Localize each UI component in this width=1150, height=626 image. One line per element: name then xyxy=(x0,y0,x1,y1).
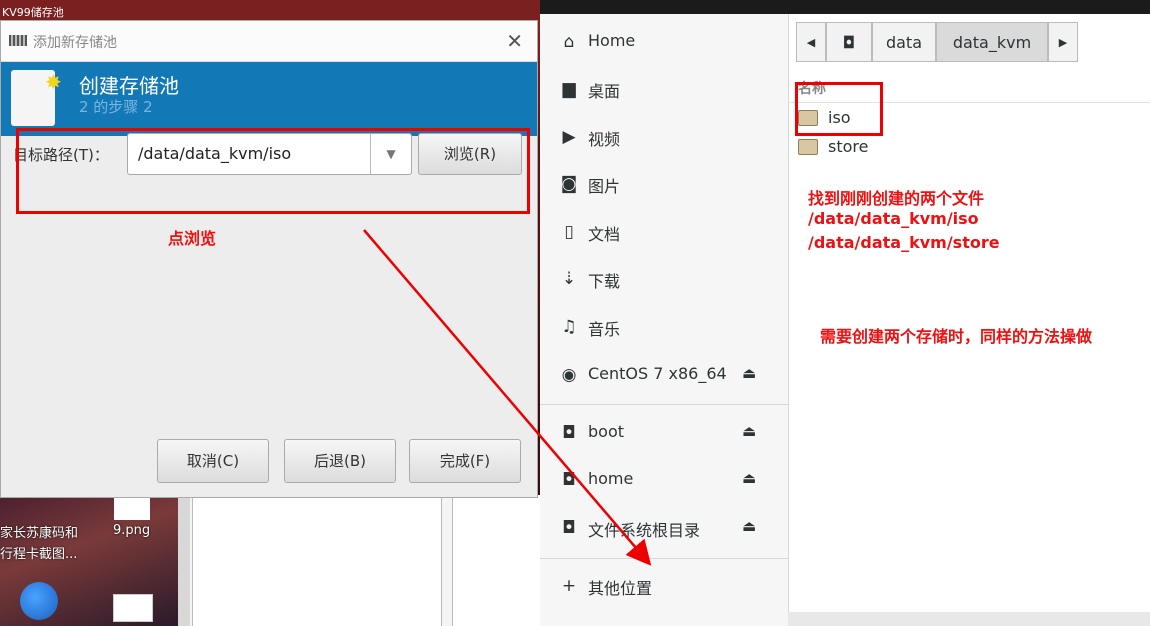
add-storage-pool-dialog: 添加新存储池 ✕ ✸ 创建存储池 2 的步骤 2 目标路径(T)： /data/… xyxy=(0,20,538,498)
plus-icon: + xyxy=(561,576,577,596)
sidebar-item-videos[interactable]: ▶ 视频 xyxy=(540,114,788,160)
close-icon[interactable]: ✕ xyxy=(506,29,523,53)
eject-icon[interactable]: ⏏ xyxy=(742,422,756,440)
desktop-folder-icon: ▆ xyxy=(562,79,576,99)
eject-icon[interactable]: ⏏ xyxy=(742,469,756,487)
virt-manager-icon xyxy=(9,35,27,46)
camera-icon: ◙ xyxy=(560,174,578,194)
video-icon: ▶ xyxy=(562,127,576,147)
drive-icon: ◘ xyxy=(562,470,576,490)
finish-button[interactable]: 完成(F) xyxy=(409,439,521,483)
background-window xyxy=(452,495,541,626)
eject-icon[interactable]: ⏏ xyxy=(742,364,756,382)
dialog-titlebar: 添加新存储池 ✕ xyxy=(1,21,537,62)
banner-step: 2 的步骤 2 xyxy=(79,98,153,116)
sidebar-item-label: CentOS 7 x86_64 xyxy=(588,364,727,383)
annotation-need-two-pools: 需要创建两个存储时，同样的方法操做 xyxy=(820,327,1093,346)
dialog-title: 添加新存储池 xyxy=(33,35,117,51)
drive-icon: ◘ xyxy=(562,518,576,538)
sidebar-item-label: 其他位置 xyxy=(588,579,653,598)
png-file-thumbnail[interactable] xyxy=(114,498,150,520)
annotation-found-files-line2: /data/data_kvm/iso xyxy=(808,209,979,228)
sidebar-item-label: 文件系统根目录 xyxy=(588,521,701,540)
sidebar-item-pictures[interactable]: ◙ 图片 xyxy=(540,161,788,207)
sidebar-item-label: Home xyxy=(588,31,636,50)
folder-icon xyxy=(798,139,818,155)
sidebar-item-label: 桌面 xyxy=(588,82,621,101)
home-icon: ⌂ xyxy=(563,32,575,52)
desktop-icon-label[interactable]: 9.png xyxy=(113,523,150,538)
chooser-bottom-bar xyxy=(788,612,1150,626)
music-icon: ♫ xyxy=(561,317,577,337)
sidebar-item-other-locations[interactable]: + 其他位置 xyxy=(540,563,788,609)
places-sidebar: ⌂ Home ▆ 桌面 ▶ 视频 ◙ 图片 ▯ 文档 ⇣ 下载 ♫ 音乐 ◉ C xyxy=(540,14,789,626)
sidebar-item-music[interactable]: ♫ 音乐 xyxy=(540,304,788,350)
sidebar-item-home-drive[interactable]: ◘ home ⏏ xyxy=(540,457,788,503)
wizard-banner: ✸ 创建存储池 2 的步骤 2 xyxy=(1,62,537,136)
sidebar-item-boot[interactable]: ◘ boot ⏏ xyxy=(540,410,788,456)
path-forward-button[interactable]: ▶ xyxy=(1048,22,1078,62)
sidebar-item-filesystem-root[interactable]: ◘ 文件系统根目录 ⏏ xyxy=(540,505,788,551)
document-icon: ▯ xyxy=(564,222,574,242)
banner-title: 创建存储池 xyxy=(79,74,179,98)
sidebar-item-home[interactable]: ⌂ Home xyxy=(540,19,788,65)
sidebar-item-desktop[interactable]: ▆ 桌面 xyxy=(540,66,788,112)
highlight-box-iso-folder xyxy=(795,82,883,136)
file-name: store xyxy=(828,137,869,156)
file-shortcut-icon[interactable] xyxy=(113,594,153,622)
sidebar-item-label: 下载 xyxy=(588,272,621,291)
sidebar-item-label: 视频 xyxy=(588,130,621,149)
desktop-top-strip: KV99储存池 xyxy=(0,0,540,20)
annotation-found-files-line1: 找到刚刚创建的两个文件 xyxy=(808,189,985,208)
desktop-top-text: KV99储存池 xyxy=(2,6,64,19)
sidebar-separator xyxy=(540,404,788,405)
background-window xyxy=(192,495,442,626)
disc-icon: ◉ xyxy=(561,365,577,385)
path-bar: ◀ ◘ data data_kvm ▶ xyxy=(796,22,1080,64)
sidebar-item-label: 音乐 xyxy=(588,320,621,339)
background-window-edge xyxy=(178,495,190,626)
sidebar-item-label: home xyxy=(588,469,634,488)
path-segment-data-kvm[interactable]: data_kvm xyxy=(936,22,1048,62)
path-back-button[interactable]: ◀ xyxy=(796,22,826,62)
sidebar-separator xyxy=(540,558,788,559)
annotation-found-files-line3: /data/data_kvm/store xyxy=(808,233,1000,252)
sidebar-item-label: boot xyxy=(588,422,625,441)
star-icon: ✸ xyxy=(45,70,62,94)
eject-icon[interactable]: ⏏ xyxy=(742,517,756,535)
highlight-box-target-path xyxy=(16,128,530,214)
sidebar-item-label: 文档 xyxy=(588,225,621,244)
desktop-icon-label[interactable]: 家长苏康码和 xyxy=(0,522,78,541)
annotation-click-browse: 点浏览 xyxy=(168,229,217,248)
chooser-titlebar xyxy=(540,0,1150,14)
sidebar-item-downloads[interactable]: ⇣ 下载 xyxy=(540,256,788,302)
path-segment-data[interactable]: data xyxy=(872,22,936,62)
sidebar-item-centos-disc[interactable]: ◉ CentOS 7 x86_64 ⏏ xyxy=(540,352,788,398)
sidebar-item-documents[interactable]: ▯ 文档 xyxy=(540,209,788,255)
desktop-lower-area xyxy=(0,495,541,626)
cancel-button[interactable]: 取消(C) xyxy=(157,439,269,483)
download-icon: ⇣ xyxy=(561,269,577,289)
drive-icon: ◘ xyxy=(562,423,576,443)
back-button[interactable]: 后退(B) xyxy=(284,439,396,483)
path-root-drive-icon[interactable]: ◘ xyxy=(826,22,872,62)
desktop-icon-label[interactable]: 行程卡截图... xyxy=(0,543,77,562)
sidebar-item-label: 图片 xyxy=(588,177,621,196)
app-shortcut-icon[interactable] xyxy=(20,582,58,620)
